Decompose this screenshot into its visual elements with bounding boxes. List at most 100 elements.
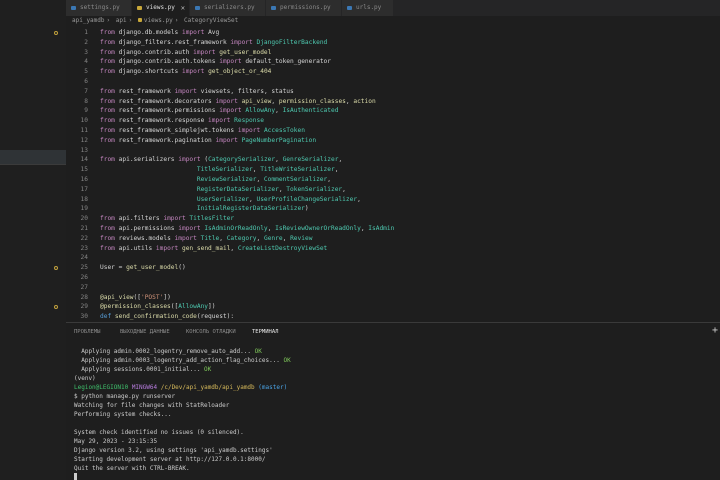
line-number: 1 xyxy=(84,29,88,36)
code-token: action xyxy=(353,97,376,105)
code-token: ) xyxy=(304,205,309,213)
breadcrumb-item[interactable]: api xyxy=(116,17,127,24)
tab-terminal[interactable]: ТЕРМИНАЛ xyxy=(252,323,279,342)
code-token: def xyxy=(100,313,115,321)
code-token: django.contrib.auth.tokens xyxy=(118,58,220,66)
code-token: get_object_or_404 xyxy=(208,68,272,76)
breadcrumb: api_yamdb › api › views.py › CategoryViewSe… xyxy=(72,17,239,24)
code-token: import xyxy=(215,97,242,105)
code-token: api_view xyxy=(241,97,272,105)
python-file-icon xyxy=(137,18,142,22)
code-token: import xyxy=(174,87,201,95)
terminal-output[interactable]: Applying admin.0002_logentry_remove_auto… xyxy=(66,341,720,480)
code-token: from xyxy=(100,127,119,134)
code-text: UserSerializer, UserProfileChangeSeriali… xyxy=(100,195,361,205)
python-file-icon xyxy=(347,6,352,10)
code-text: @api_view(['POST']) xyxy=(100,293,171,303)
terminal-token: OK xyxy=(204,366,212,373)
line-number: 10 xyxy=(80,117,88,125)
code-text: def send_confirmation_code(request): xyxy=(100,312,234,322)
code-token: from xyxy=(100,215,119,223)
line-number: 8 xyxy=(84,97,88,105)
code-token: Title xyxy=(200,234,220,242)
code-token: django.contrib.auth xyxy=(118,48,194,56)
code-token: django_filters.rest_framework xyxy=(118,38,231,46)
terminal-token: OK xyxy=(283,357,291,364)
code-token: , xyxy=(282,234,291,242)
code-token: from xyxy=(100,156,119,164)
terminal-line: Starting development server at http://12… xyxy=(74,455,265,464)
tab-settings[interactable]: settings.py xyxy=(66,0,132,16)
line-number: 15 xyxy=(80,166,88,174)
tab-views[interactable]: views.py ✕ xyxy=(132,0,190,16)
code-text: from rest_framework.decorators import ap… xyxy=(100,97,376,107)
code-text: ReviewSerializer, CommentSerializer, xyxy=(100,175,331,185)
line-number: 14 xyxy=(80,156,88,164)
code-token: from xyxy=(100,234,119,242)
terminal-token: May 29, 2023 - 23:15:35 xyxy=(74,438,158,445)
code-token: TitleWriteSerializer xyxy=(260,166,335,174)
line-number: 25 xyxy=(80,264,88,272)
code-token: , xyxy=(334,166,339,174)
code-token: AllowAny xyxy=(245,107,276,115)
explorer-panel xyxy=(0,0,66,480)
terminal-token: Applying admin.0002_logentry_remove_auto… xyxy=(74,348,255,355)
tab-urls[interactable]: urls.py xyxy=(342,0,394,16)
code-text: from rest_framework.response import Resp… xyxy=(100,116,264,126)
editor-tab-bar: settings.py views.py ✕ serializers.py per… xyxy=(66,0,720,16)
tab-debug-console[interactable]: КОНСОЛЬ ОТЛАДКИ xyxy=(186,323,236,341)
code-token: rest_framework_simplejwt.tokens xyxy=(118,127,238,134)
terminal-line: (venv) xyxy=(74,374,96,383)
code-token: import xyxy=(219,58,246,66)
code-text: @permission_classes([AllowAny]) xyxy=(100,302,216,312)
line-number: 7 xyxy=(84,87,88,95)
breadcrumb-item[interactable]: views.py xyxy=(144,17,173,24)
code-token: , xyxy=(327,176,331,183)
breadcrumb-item[interactable]: api_yamdb xyxy=(72,17,105,24)
breakpoint-indicator-icon[interactable] xyxy=(54,31,58,35)
plus-icon[interactable]: + xyxy=(712,323,718,339)
line-number: 19 xyxy=(80,205,88,213)
breadcrumb-item[interactable]: CategoryViewSet xyxy=(184,17,238,24)
close-icon[interactable]: ✕ xyxy=(181,0,185,16)
code-token: UserSerializer xyxy=(196,195,250,203)
code-token: rest_framework.permissions xyxy=(118,107,220,115)
code-token: django.db.models xyxy=(118,29,182,36)
code-token: rest_framework.pagination xyxy=(118,136,216,144)
line-number: 18 xyxy=(80,195,88,203)
tab-problems[interactable]: ПРОБЛЕМЫ xyxy=(74,323,101,341)
tab-serializers[interactable]: serializers.py xyxy=(190,0,266,16)
code-token: ]) xyxy=(208,303,216,311)
terminal-token: MINGW64 xyxy=(131,384,158,391)
explorer-divider xyxy=(0,164,66,165)
code-token: @permission_classes xyxy=(100,303,171,311)
explorer-selected-row[interactable] xyxy=(0,150,66,164)
tab-permissions[interactable]: permissions.py xyxy=(266,0,342,16)
code-token: from xyxy=(100,244,119,252)
code-token: IsReviewOwnerOrReadOnly xyxy=(275,225,361,232)
code-text: from django.contrib.auth import get_user… xyxy=(100,48,271,58)
python-file-icon xyxy=(71,6,76,10)
code-token: gen_send_mail xyxy=(181,244,231,252)
terminal-line: System check identified no issues (0 sil… xyxy=(74,428,244,437)
code-text: from rest_framework_simplejwt.tokens imp… xyxy=(100,126,305,136)
code-editor[interactable]: 1 from django.db.models import Avg 2 from d… xyxy=(54,26,720,322)
code-text: from rest_framework import viewsets, fil… xyxy=(100,87,294,97)
code-token: send_confirmation_code xyxy=(114,313,197,321)
terminal-token: Django version 3.2, using settings 'api_… xyxy=(74,447,273,454)
code-token: , xyxy=(256,234,264,242)
code-token: ReviewSerializer xyxy=(196,176,257,183)
code-text: RegisterDataSerializer, TokenSerializer, xyxy=(100,185,346,195)
code-token: Avg xyxy=(208,29,220,36)
tab-output[interactable]: ВЫХОДНЫЕ ДАННЫЕ xyxy=(120,323,170,341)
code-token: from xyxy=(100,136,119,144)
line-number: 4 xyxy=(84,58,88,66)
line-number: 13 xyxy=(80,146,88,154)
code-token: AllowAny xyxy=(178,303,209,311)
line-number: 16 xyxy=(80,176,88,183)
code-token: from xyxy=(100,68,119,76)
